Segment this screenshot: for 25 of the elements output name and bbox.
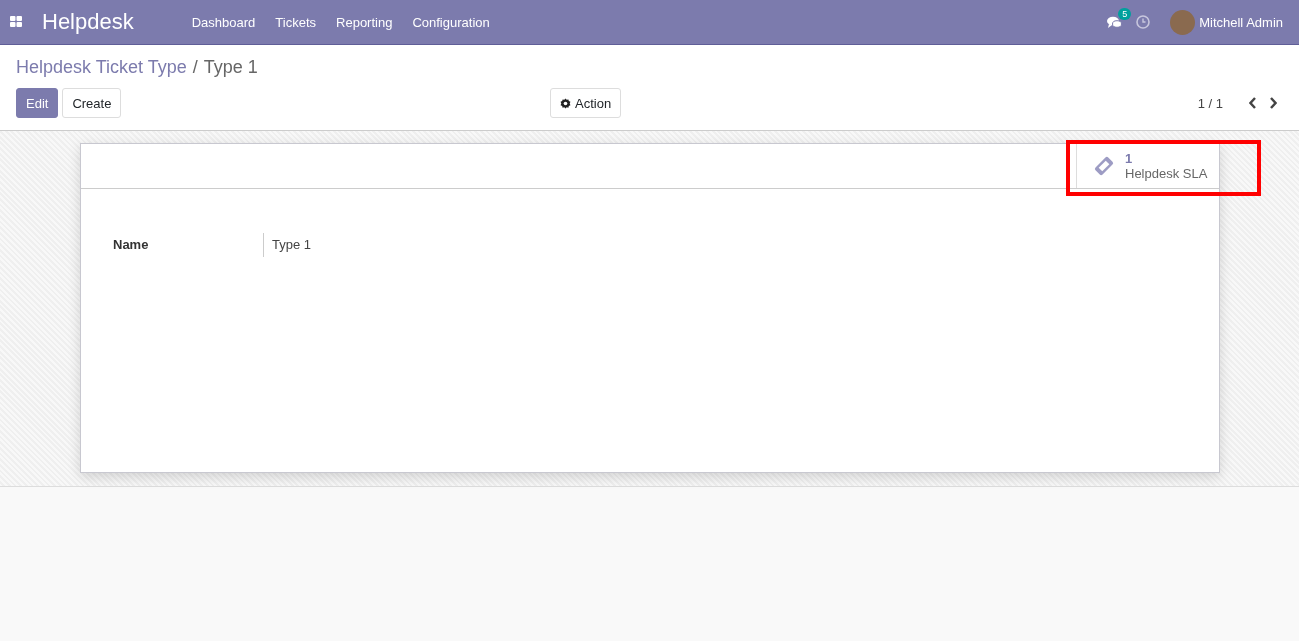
menu-item[interactable]: Dashboard <box>181 14 266 30</box>
chat-icon[interactable] <box>1107 15 1123 29</box>
message-count-badge: 5 <box>1118 7 1132 20</box>
smart-button-label: Helpdesk SLA <box>1125 166 1208 181</box>
menu-item[interactable]: Tickets <box>265 14 327 30</box>
action-button[interactable]: Action <box>550 88 622 118</box>
sla-smart-button[interactable]: 1 Helpdesk SLA <box>1076 144 1219 188</box>
previous-icon[interactable] <box>1249 97 1257 109</box>
apps-menu-icon[interactable] <box>10 16 22 28</box>
field-label: Name <box>113 236 150 254</box>
create-button[interactable]: Create <box>62 88 122 118</box>
field-value: Type 1 <box>263 233 312 257</box>
app-title: Helpdesk <box>42 9 134 35</box>
edit-button[interactable]: Edit <box>16 88 59 118</box>
breadcrumb-link[interactable]: Helpdesk Ticket Type <box>16 57 187 78</box>
menu-item[interactable]: Configuration <box>402 14 500 30</box>
menu-item[interactable]: Reporting <box>326 14 403 30</box>
user-name[interactable]: Mitchell Admin <box>1199 14 1283 30</box>
pager-value[interactable]: 1 / 1 <box>1197 95 1223 111</box>
gear-icon <box>560 97 571 109</box>
smart-button-count: 1 <box>1125 151 1134 166</box>
next-icon[interactable] <box>1269 97 1277 109</box>
clock-icon[interactable] <box>1136 15 1151 29</box>
breadcrumb-current: Type 1 <box>203 57 258 78</box>
breadcrumb-separator: / <box>192 57 198 78</box>
